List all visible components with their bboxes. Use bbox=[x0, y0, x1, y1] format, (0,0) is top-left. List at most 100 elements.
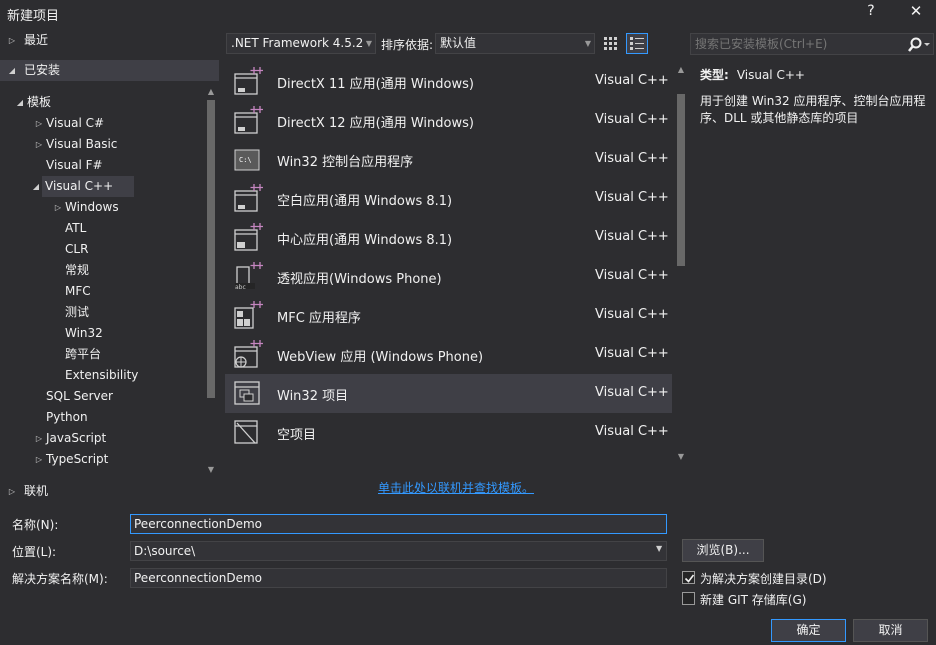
framework-dropdown[interactable]: .NET Framework 4.5.2 ▼ bbox=[226, 33, 376, 54]
tree-node-visual-c-[interactable]: ◢ Visual C++ bbox=[33, 176, 134, 197]
tree-node-javascript[interactable]: ▷ JavaScript bbox=[0, 428, 219, 449]
expand-arrow-icon: ▷ bbox=[35, 119, 43, 128]
tree-node-常规[interactable]: 常规 bbox=[0, 260, 219, 281]
win32-project-icon bbox=[233, 378, 263, 408]
template-row[interactable]: DirectX 12 应用(通用 Windows) Visual C++ bbox=[225, 101, 672, 140]
tree-node-online[interactable]: ▷ 联机 bbox=[0, 481, 219, 502]
template-row[interactable]: C:\ Win32 控制台应用程序 Visual C++ bbox=[225, 140, 672, 179]
expand-arrow-icon: ▷ bbox=[35, 140, 43, 149]
location-input[interactable] bbox=[130, 541, 667, 561]
checkmark-icon bbox=[684, 574, 695, 583]
expand-arrow-icon: ▷ bbox=[8, 487, 16, 496]
template-language: Visual C++ bbox=[595, 73, 669, 88]
tree-node-visual-f-[interactable]: Visual F# bbox=[0, 155, 219, 176]
tree-node-clr[interactable]: CLR bbox=[0, 239, 219, 260]
template-language: Visual C++ bbox=[595, 346, 669, 361]
tree-node-typescript[interactable]: ▷ TypeScript bbox=[0, 449, 219, 470]
template-row[interactable]: abc 透视应用(Windows Phone) Visual C++ bbox=[225, 257, 672, 296]
tree-node-测试[interactable]: 测试 bbox=[0, 302, 219, 323]
empty-project-icon bbox=[233, 417, 263, 447]
dialog-title: 新建项目 bbox=[7, 9, 60, 24]
template-row[interactable]: 空项目 Visual C++ bbox=[225, 413, 672, 452]
sort-dropdown[interactable]: 默认值 ▼ bbox=[435, 33, 595, 54]
template-language: Visual C++ bbox=[595, 229, 669, 244]
tree-node-label: 已安装 bbox=[24, 63, 61, 77]
template-row[interactable]: MFC 应用程序 Visual C++ bbox=[225, 296, 672, 335]
mfc-icon bbox=[233, 300, 264, 330]
template-row[interactable]: WebView 应用 (Windows Phone) Visual C++ bbox=[225, 335, 672, 374]
tree-node-recent[interactable]: ▷ 最近 bbox=[0, 30, 219, 51]
tree-node-label: Extensibility bbox=[65, 368, 139, 382]
template-row[interactable]: 中心应用(通用 Windows 8.1) Visual C++ bbox=[225, 218, 672, 257]
tree-node-跨平台[interactable]: 跨平台 bbox=[0, 344, 219, 365]
sort-label: 排序依据: bbox=[381, 38, 434, 52]
type-value: Visual C++ bbox=[736, 68, 805, 82]
tree-node-label: Python bbox=[46, 410, 88, 424]
template-description: 用于创建 Win32 应用程序、控制台应用程序、DLL 或其他静态库的项目 bbox=[700, 94, 926, 125]
tree-node-label: Windows bbox=[65, 200, 119, 214]
tree-node-extensibility[interactable]: Extensibility bbox=[0, 365, 219, 386]
hub-app-icon bbox=[233, 222, 264, 252]
type-label: 类型: bbox=[700, 68, 729, 82]
tree-node-windows[interactable]: ▷ Windows bbox=[0, 197, 219, 218]
tree-node-模板[interactable]: ◢ 模板 bbox=[0, 92, 219, 113]
tree-node-installed[interactable]: ◢ 已安装 bbox=[0, 60, 219, 81]
chevron-down-icon: ▼ bbox=[365, 39, 372, 48]
search-icon[interactable] bbox=[905, 36, 931, 54]
svg-text:C:\: C:\ bbox=[239, 156, 252, 164]
template-info-panel: 类型: Visual C++ 用于创建 Win32 应用程序、控制台应用程序、DL… bbox=[700, 66, 932, 127]
cancel-button[interactable]: 取消 bbox=[853, 619, 928, 642]
framework-value: .NET Framework 4.5.2 bbox=[231, 36, 364, 50]
template-name: 空项目 bbox=[277, 428, 317, 443]
template-language: Visual C++ bbox=[595, 190, 669, 205]
tree-node-atl[interactable]: ATL bbox=[0, 218, 219, 239]
tree-node-win32[interactable]: Win32 bbox=[0, 323, 219, 344]
tree-scroll-thumb[interactable] bbox=[207, 100, 215, 398]
search-input[interactable] bbox=[691, 34, 901, 54]
git-repository-checkbox[interactable] bbox=[682, 592, 695, 605]
tree-node-label: SQL Server bbox=[46, 389, 113, 403]
tree-node-label: TypeScript bbox=[46, 452, 109, 466]
tree-node-label: Visual F# bbox=[46, 158, 103, 172]
tree-node-visual-basic[interactable]: ▷ Visual Basic bbox=[0, 134, 219, 155]
template-row[interactable]: Win32 项目 Visual C++ bbox=[225, 374, 672, 413]
expand-arrow-icon: ▷ bbox=[54, 203, 62, 212]
tree-node-label: Visual Basic bbox=[46, 137, 118, 151]
window-plus-icon bbox=[233, 105, 264, 135]
name-label: 名称(N): bbox=[12, 518, 59, 532]
tree-node-visual-c-[interactable]: ▷ Visual C# bbox=[0, 113, 219, 134]
tree-node-sql-server[interactable]: SQL Server bbox=[0, 386, 219, 407]
chevron-down-icon[interactable]: ▼ bbox=[656, 544, 662, 553]
create-directory-label: 为解决方案创建目录(D) bbox=[700, 572, 827, 586]
scroll-up-icon[interactable]: ▲ bbox=[675, 64, 687, 76]
template-name: 空白应用(通用 Windows 8.1) bbox=[277, 194, 453, 209]
collapse-arrow-icon: ◢ bbox=[32, 182, 40, 191]
ok-button[interactable]: 确定 bbox=[771, 619, 846, 642]
tree-node-label: 模板 bbox=[27, 95, 52, 109]
title-bar bbox=[0, 0, 936, 27]
close-button[interactable]: ✕ bbox=[904, 2, 928, 24]
template-list-scroll-thumb[interactable] bbox=[677, 94, 685, 266]
template-name: 中心应用(通用 Windows 8.1) bbox=[277, 233, 453, 248]
scroll-up-icon[interactable]: ▲ bbox=[205, 86, 217, 98]
expand-arrow-icon: ▷ bbox=[35, 455, 43, 464]
list-view-icon[interactable] bbox=[626, 33, 648, 54]
create-directory-checkbox[interactable] bbox=[682, 571, 695, 584]
template-row[interactable]: DirectX 11 应用(通用 Windows) Visual C++ bbox=[225, 62, 672, 101]
tree-node-python[interactable]: Python bbox=[0, 407, 219, 428]
tree-top-section: ▷ 最近 ◢ 已安装 bbox=[0, 30, 219, 86]
phone-app-icon: abc bbox=[233, 261, 264, 291]
grid-view-icon[interactable] bbox=[600, 33, 622, 54]
template-row[interactable]: 空白应用(通用 Windows 8.1) Visual C++ bbox=[225, 179, 672, 218]
scroll-down-icon[interactable]: ▼ bbox=[205, 464, 217, 476]
collapse-arrow-icon: ◢ bbox=[16, 98, 24, 107]
project-name-input[interactable] bbox=[130, 514, 667, 534]
browse-button[interactable]: 浏览(B)... bbox=[682, 539, 764, 562]
online-templates-link[interactable]: 单击此处以联机并查找模板。 bbox=[378, 479, 534, 496]
solution-name-input[interactable] bbox=[130, 568, 667, 588]
help-button[interactable]: ? bbox=[860, 3, 882, 23]
chevron-down-icon: ▼ bbox=[584, 39, 591, 48]
globe-app-icon bbox=[233, 339, 264, 369]
tree-node-mfc[interactable]: MFC bbox=[0, 281, 219, 302]
scroll-down-icon[interactable]: ▼ bbox=[675, 451, 687, 463]
